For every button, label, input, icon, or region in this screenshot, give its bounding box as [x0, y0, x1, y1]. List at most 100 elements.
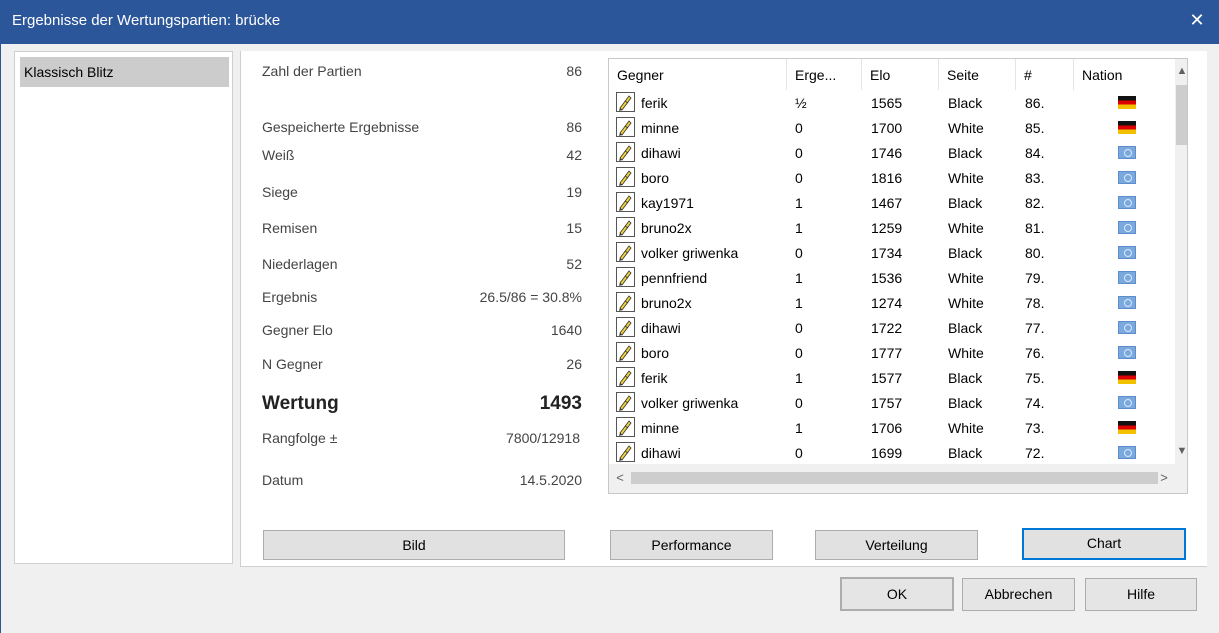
flag-international-icon	[1118, 346, 1136, 359]
cell-num: 77.	[1025, 320, 1045, 336]
cell-elo: 1467	[871, 195, 903, 211]
pencil-game-icon[interactable]	[616, 217, 635, 237]
scroll-left-icon[interactable]: <	[612, 470, 628, 486]
pencil-game-icon[interactable]	[616, 342, 635, 362]
table-row[interactable]: bruno2x 1 1274 White 78.	[609, 290, 1175, 315]
table-row[interactable]: dihawi 0 1722 Black 77.	[609, 315, 1175, 340]
scroll-down-icon[interactable]: ▼	[1175, 443, 1187, 459]
column-header-elo[interactable]: Elo	[862, 59, 939, 90]
cell-num: 73.	[1025, 420, 1045, 436]
flag-international-icon	[1118, 446, 1136, 459]
cancel-button[interactable]: Abbrechen	[962, 578, 1075, 611]
horizontal-scroll-thumb[interactable]	[631, 472, 1158, 484]
vertical-scroll-thumb[interactable]	[1176, 85, 1187, 145]
cell-result: 0	[795, 245, 803, 261]
games-table[interactable]: Gegner Erge... Elo Seite # Nation ferik ½…	[608, 58, 1188, 494]
table-row[interactable]: dihawi 0 1699 Black 72.	[609, 440, 1175, 464]
scroll-right-icon[interactable]: >	[1156, 470, 1172, 486]
ok-button[interactable]: OK	[840, 577, 954, 611]
cell-elo: 1259	[871, 220, 903, 236]
cell-elo: 1577	[871, 370, 903, 386]
table-row[interactable]: minne 0 1700 White 85.	[609, 115, 1175, 140]
pencil-game-icon[interactable]	[616, 117, 635, 137]
stat-value: 86	[566, 63, 582, 79]
pencil-game-icon[interactable]	[616, 167, 635, 187]
cell-result: 1	[795, 420, 803, 436]
stat-value: 86	[566, 119, 582, 135]
pencil-game-icon[interactable]	[616, 317, 635, 337]
cell-opponent: bruno2x	[641, 220, 692, 236]
cell-elo: 1706	[871, 420, 903, 436]
table-row[interactable]: boro 0 1777 White 76.	[609, 340, 1175, 365]
table-row[interactable]: kay1971 1 1467 Black 82.	[609, 190, 1175, 215]
pencil-game-icon[interactable]	[616, 267, 635, 287]
cell-opponent: dihawi	[641, 445, 681, 461]
cell-result: 0	[795, 320, 803, 336]
table-row[interactable]: minne 1 1706 White 73.	[609, 415, 1175, 440]
table-row[interactable]: bruno2x 1 1259 White 81.	[609, 215, 1175, 240]
stat-value: 26.5/86 = 30.8%	[479, 289, 582, 305]
pencil-game-icon[interactable]	[616, 442, 635, 462]
column-header-ergebnis[interactable]: Erge...	[787, 59, 862, 90]
table-row[interactable]: ferik 1 1577 Black 75.	[609, 365, 1175, 390]
stat-row: Weiß 42	[262, 147, 582, 169]
cell-side: White	[948, 170, 984, 186]
cell-result: 0	[795, 395, 803, 411]
pencil-game-icon[interactable]	[616, 417, 635, 437]
stat-value: 42	[566, 147, 582, 163]
pencil-game-icon[interactable]	[616, 142, 635, 162]
column-header-nation[interactable]: Nation	[1074, 59, 1175, 90]
cell-num: 81.	[1025, 220, 1045, 236]
cell-opponent: bruno2x	[641, 295, 692, 311]
stat-row: Ergebnis 26.5/86 = 30.8%	[262, 289, 582, 311]
pencil-game-icon[interactable]	[616, 92, 635, 112]
column-header-number[interactable]: #	[1016, 59, 1074, 90]
table-row[interactable]: pennfriend 1 1536 White 79.	[609, 265, 1175, 290]
performance-button[interactable]: Performance	[610, 530, 773, 560]
pencil-game-icon[interactable]	[616, 292, 635, 312]
flag-international-icon	[1118, 396, 1136, 409]
column-header-gegner[interactable]: Gegner	[609, 59, 787, 90]
horizontal-scrollbar[interactable]: < >	[609, 464, 1175, 493]
table-row[interactable]: dihawi 0 1746 Black 84.	[609, 140, 1175, 165]
cell-elo: 1734	[871, 245, 903, 261]
stat-row: Datum 14.5.2020	[262, 472, 582, 494]
sidebar-item-klassisch-blitz[interactable]: Klassisch Blitz	[20, 57, 229, 87]
cell-side: Black	[948, 195, 983, 211]
stat-label: Ergebnis	[262, 289, 318, 305]
bild-button[interactable]: Bild	[263, 530, 565, 560]
verteilung-button[interactable]: Verteilung	[815, 530, 978, 560]
stat-row: N Gegner 26	[262, 356, 582, 378]
close-icon[interactable]: ✕	[1183, 6, 1211, 34]
cell-elo: 1777	[871, 345, 903, 361]
cell-elo: 1699	[871, 445, 903, 461]
cell-num: 85.	[1025, 120, 1045, 136]
cell-num: 76.	[1025, 345, 1045, 361]
pencil-game-icon[interactable]	[616, 367, 635, 387]
help-button[interactable]: Hilfe	[1085, 578, 1197, 611]
table-row[interactable]: volker griwenka 0 1757 Black 74.	[609, 390, 1175, 415]
category-list[interactable]: Klassisch Blitz	[14, 51, 233, 564]
pencil-game-icon[interactable]	[616, 242, 635, 262]
pencil-game-icon[interactable]	[616, 192, 635, 212]
stat-label: Rangfolge ±	[262, 430, 338, 446]
table-row[interactable]: ferik ½ 1565 Black 86.	[609, 90, 1175, 115]
cell-result: 0	[795, 170, 803, 186]
cell-elo: 1722	[871, 320, 903, 336]
table-row[interactable]: volker griwenka 0 1734 Black 80.	[609, 240, 1175, 265]
stat-value: 1640	[550, 322, 582, 338]
stat-row: Niederlagen 52	[262, 256, 582, 278]
cell-elo: 1565	[871, 95, 903, 111]
scroll-up-icon[interactable]: ▲	[1175, 63, 1187, 79]
cell-elo: 1816	[871, 170, 903, 186]
column-header-seite[interactable]: Seite	[939, 59, 1016, 90]
cell-side: Black	[948, 395, 983, 411]
table-row[interactable]: boro 0 1816 White 83.	[609, 165, 1175, 190]
pencil-game-icon[interactable]	[616, 392, 635, 412]
chart-button[interactable]: Chart	[1022, 528, 1186, 560]
vertical-scrollbar[interactable]: ▲ ▼	[1175, 59, 1187, 479]
flag-international-icon	[1118, 171, 1136, 184]
cell-result: 1	[795, 370, 803, 386]
stat-row: Rangfolge ± 7800/12918	[262, 430, 580, 452]
flag-international-icon	[1118, 196, 1136, 209]
